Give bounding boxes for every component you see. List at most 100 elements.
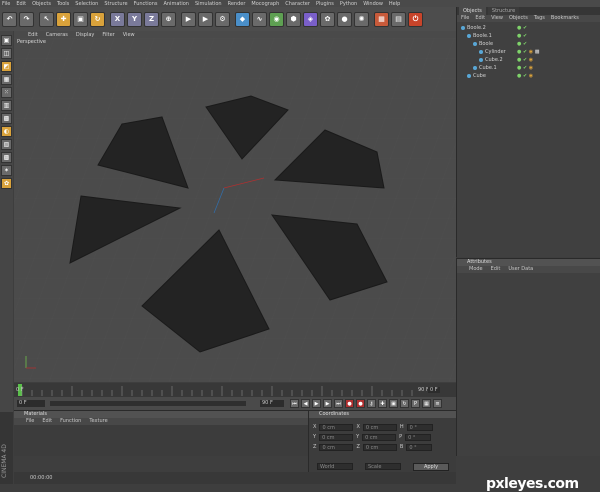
menu-help[interactable]: Help — [389, 1, 400, 7]
menu-simulation[interactable]: Simulation — [195, 1, 222, 7]
objects-menu-bookmarks[interactable]: Bookmarks — [551, 15, 579, 22]
render-settings-icon[interactable]: ⚙ — [215, 11, 230, 27]
use-object-icon[interactable]: ◫ — [1, 48, 12, 59]
menu-python[interactable]: Python — [340, 1, 357, 7]
light-icon[interactable]: ✺ — [354, 11, 369, 27]
menu-functions[interactable]: Functions — [134, 1, 158, 7]
menu-character[interactable]: Character — [285, 1, 310, 7]
layout-icon[interactable]: ▦ — [374, 11, 389, 27]
scale-key-icon[interactable]: ▣ — [389, 399, 398, 408]
attributes-menu-user-data[interactable]: User Data — [508, 266, 533, 273]
snap-icon[interactable]: ✶ — [1, 165, 12, 176]
sculpt-icon[interactable]: ✿ — [1, 178, 12, 189]
attributes-menu-edit[interactable]: Edit — [491, 266, 501, 273]
tree-row-boole-2[interactable]: Boole.2 ● ✔ — [457, 24, 600, 32]
render-view-icon[interactable]: ▶ — [181, 11, 196, 27]
deformer-icon[interactable]: ◈ — [303, 11, 318, 27]
coord-pos-x-field[interactable]: 0 cm — [319, 423, 354, 431]
coord-rot-h-field[interactable]: 0 ° — [406, 423, 433, 431]
scale-icon[interactable]: ▣ — [73, 11, 88, 27]
timeline-ruler[interactable]: 0 F 90 F 0 F — [14, 383, 456, 397]
axis-z-button[interactable]: Z — [144, 11, 159, 27]
tree-row-cube-2[interactable]: Cube.2 ● ✔ ◉ — [457, 56, 600, 64]
spline-icon[interactable]: ∿ — [252, 11, 267, 27]
objects-menu-tags[interactable]: Tags — [534, 15, 545, 22]
play-icon[interactable]: ▶ — [312, 399, 321, 408]
materials-menu-file[interactable]: File — [26, 418, 34, 425]
tree-row-boole-1[interactable]: Boole.1 ● ✔ — [457, 32, 600, 40]
position-key-icon[interactable]: ✚ — [378, 399, 387, 408]
tab-structure[interactable]: Structure — [487, 7, 520, 15]
timeline-current-field[interactable]: 0 F — [428, 387, 440, 393]
tree-row-cylinder[interactable]: Cylinder ● ✔ ◉ ▩ — [457, 48, 600, 56]
axis-y-button[interactable]: Y — [127, 11, 142, 27]
objects-menu-file[interactable]: File — [461, 15, 469, 22]
visibility-check-icon[interactable]: ● ✔ ◉ — [517, 73, 533, 79]
polygons-icon[interactable]: ▩ — [1, 113, 12, 124]
menu-mocograph[interactable]: Mocograph — [251, 1, 279, 7]
coord-scale-dropdown[interactable]: Scale — [365, 463, 401, 470]
scene-icon[interactable]: ✿ — [320, 11, 335, 27]
use-model-icon[interactable]: ▣ — [1, 35, 12, 46]
materials-menu-texture[interactable]: Texture — [89, 418, 107, 425]
viewport-menu-edit[interactable]: Edit — [28, 32, 38, 38]
move-icon[interactable]: ✚ — [56, 11, 71, 27]
next-frame-icon[interactable]: ▶ — [323, 399, 332, 408]
coord-size-x-field[interactable]: 0 cm — [362, 423, 397, 431]
perspective-viewport[interactable]: Perspective — [14, 38, 456, 382]
array-icon[interactable]: ⬢ — [286, 11, 301, 27]
menu-edit[interactable]: Edit — [16, 1, 26, 7]
viewport-menu-filter[interactable]: Filter — [102, 32, 114, 38]
coord-pos-z-field[interactable]: 0 cm — [319, 443, 354, 451]
tree-row-boole[interactable]: Boole ● ✔ — [457, 40, 600, 48]
visibility-check-icon[interactable]: ● ✔ ◉ — [517, 57, 533, 63]
pla-key-icon[interactable]: ▦ — [422, 399, 431, 408]
viewport-canvas[interactable] — [14, 38, 456, 382]
animation-mode-icon[interactable]: ◐ — [1, 126, 12, 137]
menu-objects[interactable]: Objects — [32, 1, 51, 7]
menu-file[interactable]: File — [2, 1, 10, 7]
viewport-menu-cameras[interactable]: Cameras — [46, 32, 68, 38]
cube-object-icon[interactable]: ◆ — [235, 11, 250, 27]
tweak-icon[interactable]: ▧ — [1, 139, 12, 150]
coordinate-system-icon[interactable]: ⊕ — [161, 11, 176, 27]
frame-field[interactable]: 0 F — [17, 400, 45, 407]
undo-icon[interactable]: ↶ — [2, 11, 17, 27]
menu-render[interactable]: Render — [228, 1, 246, 7]
attributes-menu-mode[interactable]: Mode — [469, 266, 483, 273]
axis-x-button[interactable]: X — [110, 11, 125, 27]
objects-menu-objects[interactable]: Objects — [509, 15, 528, 22]
materials-menu-edit[interactable]: Edit — [42, 418, 52, 425]
redo-icon[interactable]: ↷ — [19, 11, 34, 27]
workplane-icon[interactable]: ▦ — [1, 74, 12, 85]
autokey-icon[interactable]: ● — [356, 399, 365, 408]
param-key-icon[interactable]: P — [411, 399, 420, 408]
end-frame-field[interactable]: 90 F — [260, 400, 284, 407]
visibility-check-icon[interactable]: ● ✔ — [517, 33, 527, 39]
tree-row-cube-1[interactable]: Cube.1 ● ✔ ◉ — [457, 64, 600, 72]
objects-menu-edit[interactable]: Edit — [475, 15, 485, 22]
timeline-menu-icon[interactable]: ≡ — [433, 399, 442, 408]
menu-window[interactable]: Window — [363, 1, 383, 7]
materials-menu-function[interactable]: Function — [60, 418, 81, 425]
coord-size-z-field[interactable]: 0 cm — [362, 443, 397, 451]
render-picture-viewer-icon[interactable]: ▶ — [198, 11, 213, 27]
record-icon[interactable]: ● — [345, 399, 354, 408]
menu-tools[interactable]: Tools — [57, 1, 69, 7]
layout-switch-icon[interactable]: ▤ — [391, 11, 406, 27]
visibility-check-icon[interactable]: ● ✔ — [517, 41, 527, 47]
menu-structure[interactable]: Structure — [104, 1, 127, 7]
viewport-menu-view[interactable]: View — [123, 32, 135, 38]
camera-icon[interactable]: ● — [337, 11, 352, 27]
coord-size-y-field[interactable]: 0 cm — [362, 433, 397, 441]
menu-animation[interactable]: Animation — [163, 1, 189, 7]
coord-rot-b-field[interactable]: 0 ° — [406, 443, 433, 451]
go-start-icon[interactable]: ⏮ — [290, 399, 299, 408]
apply-button[interactable]: Apply — [413, 463, 449, 471]
coord-mode-dropdown[interactable]: World — [317, 463, 353, 470]
nurbs-icon[interactable]: ◉ — [269, 11, 284, 27]
visibility-check-icon[interactable]: ● ✔ ◉ — [517, 65, 533, 71]
edges-icon[interactable]: ▥ — [1, 100, 12, 111]
rotate-icon[interactable]: ↻ — [90, 11, 105, 27]
points-icon[interactable]: ⁙ — [1, 87, 12, 98]
